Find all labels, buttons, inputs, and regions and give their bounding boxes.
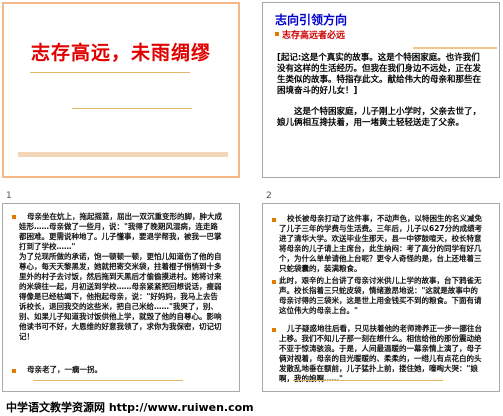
slide-body-text: 母亲坐在炕上，拖起摇篮，屈出一双沉重变形的脚，肿大成娃形……母亲做了一些月，说：… — [19, 212, 222, 341]
slide-number: 2 — [266, 191, 272, 201]
bullet-icon — [12, 369, 16, 373]
slide-number: 1 — [6, 191, 12, 201]
bullet-icon — [272, 280, 276, 284]
slide-sorter: 志存高远，未雨绸缪 1 志向引领方向 志存高远者必远 [起记:这是个真实的故事。… — [0, 0, 503, 395]
bullet-icon — [272, 328, 276, 332]
decorative-rule — [293, 380, 443, 381]
decorative-rule — [413, 47, 497, 49]
watermark-banner: 中学语文教学资源网 http://www.ruiwen.com — [6, 401, 254, 414]
decorative-rule — [33, 380, 183, 381]
slide-title: 志存高远，未雨绸缪 — [30, 42, 211, 64]
slide-subtitle: 志存高远者必远 — [282, 31, 346, 41]
bullet-icon — [272, 218, 276, 222]
slide-paragraph: [起记:这是个真实的故事。这是个特困家庭。也许我们没有这样的生活经历。但我在我们… — [277, 53, 482, 96]
slide-thumbnail-4[interactable]: 校长被母亲打动了这件事，不动声色，以特困生的名义减免了儿子三年的学费与生活费。三… — [262, 203, 500, 392]
slide-body-text: 母亲老了，一瘸一拐。 — [27, 365, 102, 374]
decorative-rule — [72, 108, 192, 109]
slide-paragraph: 这是个特困家庭，儿子刚上小学时，父亲去世了，娘儿俩相互搀扶着，用一堵黄土轻轻送走… — [277, 107, 482, 128]
slide-body-text: 校长被母亲打动了这件事，不动声色，以特困生的名义减免了儿子三年的学费与生活费。三… — [279, 214, 483, 273]
slide-thumbnail-2[interactable]: 志向引领方向 志存高远者必远 [起记:这是个真实的故事。这是个特困家庭。也许我们… — [262, 2, 500, 178]
slide-thumbnail-1[interactable]: 志存高远，未雨绸缪 — [2, 2, 240, 178]
decorative-bar — [18, 152, 228, 157]
slide-body-text: 儿子疑惑地往后看，只见扶着他的老师搀养正一步一挪往台上移。我们不知儿子那一刻在想… — [279, 324, 482, 383]
bullet-icon — [275, 32, 279, 36]
decorative-rule — [30, 72, 190, 73]
slide-thumbnail-3[interactable]: 母亲坐在炕上，拖起摇篮，屈出一双沉重变形的脚，肿大成娃形……母亲做了一些月，说：… — [2, 203, 240, 392]
bullet-icon — [12, 215, 16, 219]
slide-heading: 志向引领方向 — [275, 13, 348, 27]
slide-body-text: 此时，艰辛的上台讲了母亲讨米供儿上学的故事，台下鸦雀无声。校长指着三只蛇皮袋，情… — [279, 276, 482, 315]
